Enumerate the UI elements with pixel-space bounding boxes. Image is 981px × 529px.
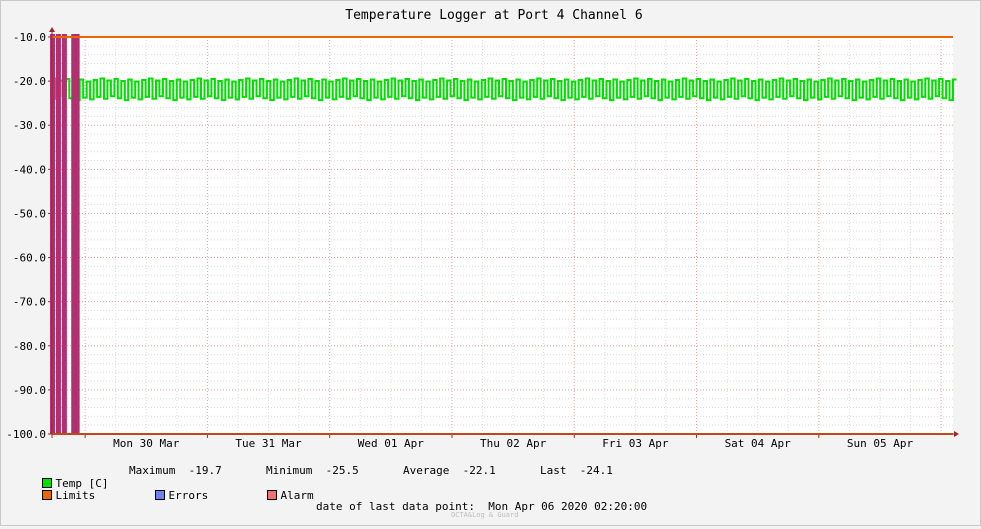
x-tick-label: Mon 30 Mar <box>113 437 180 450</box>
y-tick-label: -60.0 <box>13 252 46 265</box>
x-tick-label: Tue 31 Mar <box>235 437 302 450</box>
watermark: OCTA&Log & Guard <box>451 511 519 519</box>
chart-frame: Temperature Logger at Port 4 Channel 6 -… <box>0 0 981 526</box>
legend-last: Last -24.1 <box>540 464 613 477</box>
y-tick-label: -30.0 <box>13 119 46 132</box>
y-tick-label: -20.0 <box>13 75 46 88</box>
legend-alarm: Alarm <box>240 476 314 515</box>
y-tick-label: -50.0 <box>13 207 46 220</box>
y-axis-arrow <box>49 27 55 32</box>
avg-value: -22.1 <box>462 464 496 477</box>
legend-errors: Errors <box>128 476 208 515</box>
alarm-bar <box>55 34 61 434</box>
x-tick-label: Wed 01 Apr <box>358 437 425 450</box>
y-tick-label: -10.0 <box>13 31 46 44</box>
last-value: -24.1 <box>579 464 613 477</box>
chart-title: Temperature Logger at Port 4 Channel 6 <box>345 8 642 23</box>
y-tick-label: -90.0 <box>13 384 46 397</box>
limits-label: Limits <box>55 489 96 502</box>
errors-swatch <box>154 490 165 500</box>
avg-label: Average <box>403 464 450 477</box>
alarm-bar <box>74 34 80 434</box>
x-axis-ticks: Mon 30 Mar Tue 31 Mar Wed 01 Apr Thu 02 Apr… <box>84 434 914 450</box>
x-tick-label: Thu 02 Apr <box>480 437 547 450</box>
y-tick-label: -40.0 <box>13 163 46 176</box>
x-axis-arrow <box>954 431 959 437</box>
x-tick-label: Fri 03 Apr <box>602 437 669 450</box>
y-tick-label: -100.0 <box>6 428 46 441</box>
legend-limits: Limits <box>15 476 95 515</box>
x-tick-label: Sat 04 Apr <box>725 437 792 450</box>
alarm-swatch <box>266 490 277 500</box>
temperature-chart: Temperature Logger at Port 4 Channel 6 -… <box>6 8 959 450</box>
y-tick-label: -80.0 <box>13 340 46 353</box>
alarm-bar <box>61 34 67 434</box>
limits-swatch <box>41 490 52 500</box>
alarm-series <box>50 34 80 434</box>
y-tick-label: -70.0 <box>13 296 46 309</box>
alarm-label: Alarm <box>280 489 314 502</box>
x-tick-label: Sun 05 Apr <box>847 437 914 450</box>
last-label: Last <box>540 464 567 477</box>
y-axis-ticks: -10.0 -20.0 -30.0 -40.0 -50.0 -60.0 -70.0 -80.0… <box>6 31 52 441</box>
errors-label: Errors <box>168 489 209 502</box>
legend-avg: Average -22.1 <box>403 464 496 477</box>
min-value: -25.5 <box>325 464 359 477</box>
